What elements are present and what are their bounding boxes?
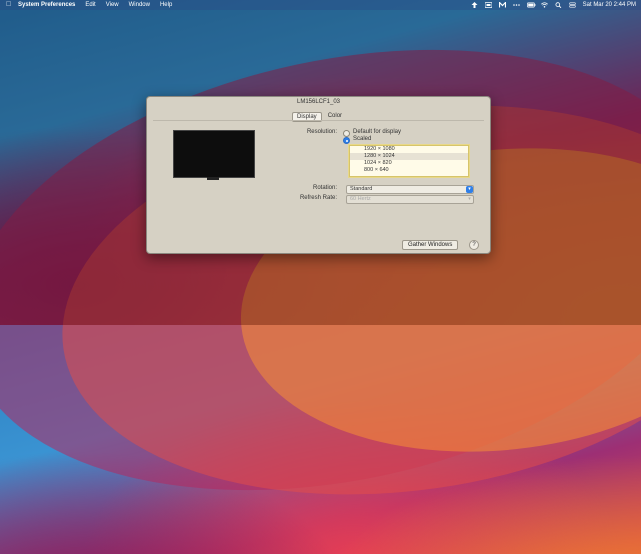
scaled-resolution-list[interactable]: 1920 × 1080 1280 × 1024 1024 × 820 800 ×… bbox=[349, 145, 469, 177]
dots-icon[interactable] bbox=[512, 2, 520, 8]
wifi-icon[interactable] bbox=[540, 2, 548, 8]
menu-view[interactable]: View bbox=[106, 2, 119, 8]
menu-edit[interactable]: Edit bbox=[85, 2, 95, 8]
gather-windows-button[interactable]: Gather Windows bbox=[402, 240, 459, 250]
window-title: LM156LCF1_03 bbox=[296, 99, 341, 105]
resolution-item-selected[interactable]: 1280 × 1024 bbox=[350, 153, 468, 160]
upload-icon[interactable] bbox=[471, 2, 478, 8]
refresh-rate-value: 60 Hertz bbox=[350, 196, 371, 202]
search-icon[interactable] bbox=[555, 2, 562, 9]
radio-default-for-display[interactable] bbox=[343, 130, 350, 137]
menu-help[interactable]: Help bbox=[160, 2, 172, 8]
chevron-down-icon: ▾ bbox=[468, 196, 471, 202]
radio-scaled[interactable] bbox=[343, 137, 350, 144]
chevron-down-icon: ▾ bbox=[466, 186, 473, 193]
app-status-icon[interactable] bbox=[484, 2, 493, 8]
menu-clock[interactable]: Sat Mar 20 2:44 PM bbox=[583, 2, 636, 8]
refresh-rate-label: Refresh Rate: bbox=[299, 195, 337, 201]
battery-icon[interactable] bbox=[526, 2, 536, 8]
m-logo-icon[interactable] bbox=[498, 1, 506, 8]
menu-window[interactable]: Window bbox=[129, 2, 150, 8]
resolution-item[interactable]: 800 × 640 bbox=[350, 167, 468, 174]
option-default-for-display[interactable]: Default for display bbox=[353, 129, 401, 135]
display-preferences-window: LM156LCF1_03 Display Color Resolution: D… bbox=[146, 96, 491, 254]
rotation-select[interactable]: Standard ▾ bbox=[346, 185, 474, 194]
resolution-label: Resolution: bbox=[306, 129, 337, 135]
resolution-item[interactable]: 1920 × 1080 bbox=[350, 146, 468, 153]
option-scaled[interactable]: Scaled bbox=[353, 136, 371, 142]
menu-app-name[interactable]: System Preferences bbox=[18, 2, 75, 8]
status-area: Sat Mar 20 2:44 PM bbox=[471, 1, 641, 9]
divider bbox=[153, 120, 484, 121]
menu-bar:  System Preferences Edit View Window He… bbox=[0, 0, 641, 10]
control-center-icon[interactable] bbox=[568, 2, 576, 8]
display-preview-stand bbox=[207, 177, 219, 180]
help-button[interactable]: ? bbox=[469, 240, 479, 250]
resolution-item[interactable]: 1024 × 820 bbox=[350, 160, 468, 167]
refresh-rate-select: 60 Hertz ▾ bbox=[346, 195, 474, 204]
rotation-label: Rotation: bbox=[312, 185, 337, 191]
rotation-value: Standard bbox=[350, 186, 373, 192]
apple-menu-icon[interactable]:  bbox=[6, 1, 12, 8]
display-preview bbox=[173, 130, 255, 178]
